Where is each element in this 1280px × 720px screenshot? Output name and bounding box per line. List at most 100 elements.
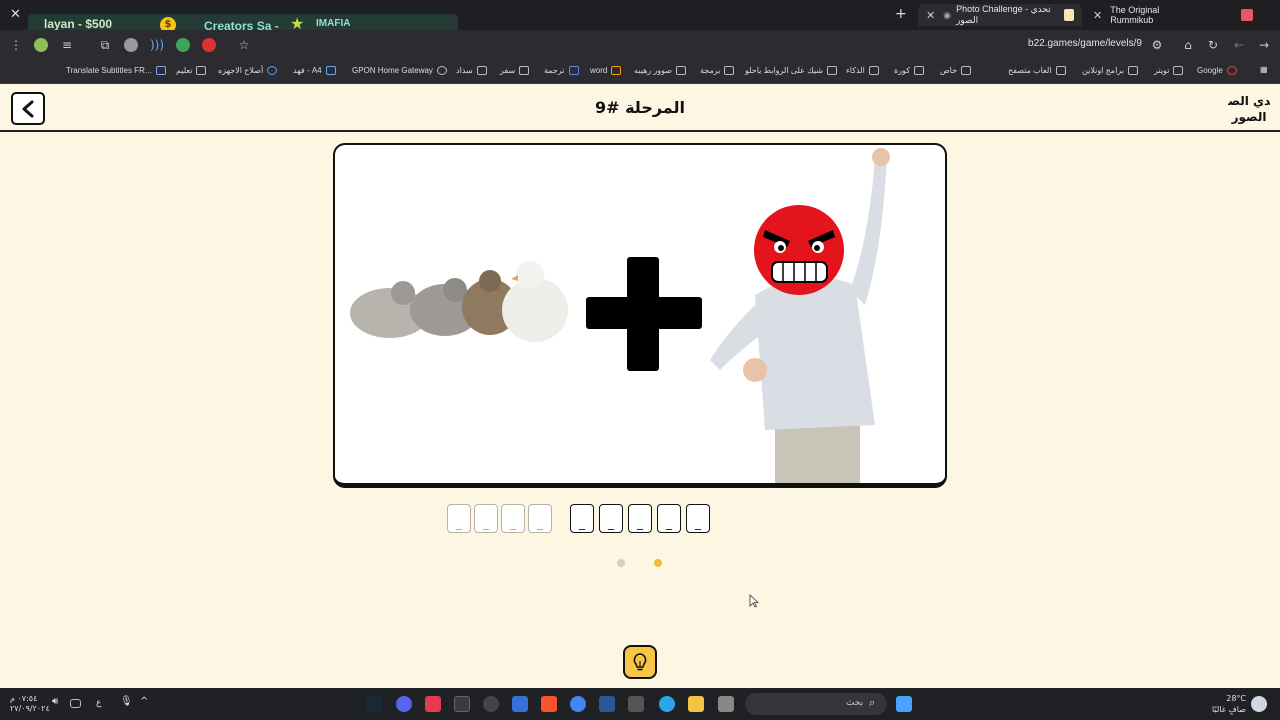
- discord-icon[interactable]: [396, 696, 412, 712]
- wifi-extension-icon[interactable]: ))): [150, 38, 164, 52]
- tab-photo-challenge[interactable]: ✕ ◉ Photo Challenge - تحدي الصور: [918, 4, 1082, 26]
- forward-arrow-icon[interactable]: →: [1257, 38, 1271, 52]
- folder-icon: [961, 66, 972, 75]
- bookmark-item[interactable]: سفر: [500, 66, 530, 75]
- search-icon: ⌕: [869, 696, 876, 709]
- bookmark-item[interactable]: GPON Home Gateway: [352, 66, 447, 75]
- letter-slot[interactable]: _: [570, 504, 594, 533]
- weather-widget[interactable]: 28°C صافٍ غالبًا: [1210, 693, 1246, 715]
- app-red-icon[interactable]: [425, 696, 441, 712]
- bookmark-item[interactable]: خاص: [940, 66, 972, 75]
- store-icon[interactable]: [628, 696, 644, 712]
- menu-dots-icon[interactable]: ⋮: [9, 38, 23, 52]
- new-tab-button[interactable]: +: [895, 6, 907, 22]
- search-placeholder: بحث: [846, 698, 864, 708]
- bookmark-item[interactable]: تعليم: [176, 66, 207, 75]
- site-icon: [267, 66, 278, 75]
- network-icon[interactable]: [70, 699, 81, 708]
- chevron-left-icon: [22, 100, 34, 117]
- tab-close-icon[interactable]: ✕: [1093, 9, 1102, 22]
- x-icon: [1173, 66, 1184, 75]
- windows-start-icon[interactable]: [896, 696, 912, 712]
- bookmark-item[interactable]: سداد: [456, 66, 487, 75]
- tab-audio-icon: ◉: [943, 9, 952, 20]
- reload-icon[interactable]: ↻: [1206, 38, 1220, 52]
- svg-text:تحدي الصور: تحدي الصور: [1228, 94, 1270, 109]
- obs-icon[interactable]: [483, 696, 499, 712]
- app-logo[interactable]: تحدي الصور الصور: [1228, 91, 1270, 127]
- chrome-icon[interactable]: [570, 696, 586, 712]
- page-header: المرحلة #9 تحدي الصور الصور: [0, 85, 1280, 132]
- back-arrow-icon[interactable]: ←: [1232, 38, 1246, 52]
- folder-icon: [519, 66, 530, 75]
- bookmark-item[interactable]: word: [590, 66, 622, 75]
- language-indicator[interactable]: ع: [96, 698, 101, 708]
- globe-icon: [436, 66, 447, 75]
- brave-icon[interactable]: [541, 696, 557, 712]
- bookmarks-bar: Google تويتر برامج اونلاين العاب متصفح خ…: [0, 60, 1280, 84]
- system-clock[interactable]: ٠٧:٥٤ م ٢٧/٠٩/٢٠٢٤: [10, 694, 50, 714]
- app-blue-icon[interactable]: [512, 696, 528, 712]
- file-explorer-icon[interactable]: [688, 696, 704, 712]
- bookmark-star-icon[interactable]: ☆: [237, 38, 251, 52]
- site-settings-icon[interactable]: ⚙: [1150, 38, 1164, 52]
- bookmark-item[interactable]: تويتر: [1154, 66, 1184, 75]
- tab-close-icon[interactable]: ✕: [926, 9, 935, 22]
- bookmark-item[interactable]: الذكاء: [846, 66, 879, 75]
- pagination-dot-active[interactable]: [654, 559, 662, 567]
- hint-button[interactable]: [623, 645, 657, 679]
- letter-slot[interactable]: _: [528, 504, 552, 533]
- bookmark-item[interactable]: أصلاح الاجهزه: [218, 66, 278, 75]
- tab-rummikub[interactable]: ✕ The Original Rummikub: [1093, 4, 1253, 26]
- translate-icon: [568, 66, 579, 75]
- translate-icon: [155, 66, 166, 75]
- letter-slot[interactable]: _: [599, 504, 623, 533]
- bookmark-item[interactable]: Google: [1197, 66, 1237, 75]
- app-grey-icon[interactable]: [718, 696, 734, 712]
- bookmark-item[interactable]: فهد - A4: [293, 66, 336, 75]
- edge-icon[interactable]: [659, 696, 675, 712]
- app-x-icon[interactable]: [454, 696, 470, 712]
- playlist-icon[interactable]: ≡: [60, 38, 74, 52]
- letter-slot[interactable]: _: [657, 504, 681, 533]
- folder-icon: [1055, 66, 1066, 75]
- home-icon[interactable]: ⌂: [1181, 38, 1195, 52]
- window-close-icon[interactable]: ✕: [10, 7, 21, 22]
- letter-slot[interactable]: _: [628, 504, 652, 533]
- extension-red-icon[interactable]: [202, 38, 216, 52]
- windows-taskbar: ٠٧:٥٤ م ٢٧/٠٩/٢٠٢٤ 🔊︎ ع 🎙︎ ^ بحث ⌕ 28°C …: [0, 688, 1280, 720]
- tab-label: The Original Rummikub: [1110, 5, 1160, 25]
- extension-green-icon[interactable]: [176, 38, 190, 52]
- lightbulb-icon: [633, 653, 647, 671]
- birds-image: [350, 261, 568, 342]
- profile-avatar[interactable]: [34, 38, 48, 52]
- taskbar-search[interactable]: [745, 693, 887, 715]
- letter-slot[interactable]: _: [474, 504, 498, 533]
- pagination-dot[interactable]: [617, 559, 625, 567]
- link-icon: [827, 66, 837, 75]
- volume-icon[interactable]: 🔊︎: [52, 696, 68, 712]
- bookmark-item[interactable]: برمجة: [700, 66, 735, 75]
- steam-icon[interactable]: [366, 696, 382, 712]
- extension-icon[interactable]: [124, 38, 138, 52]
- bookmark-item[interactable]: صوور رهيبه: [634, 66, 687, 75]
- bookmark-item[interactable]: ترجمة: [544, 66, 579, 75]
- image-icon: [676, 66, 687, 75]
- address-bar[interactable]: b22.games/game/levels/9: [960, 38, 1142, 49]
- letter-slot[interactable]: _: [686, 504, 710, 533]
- extensions-icon[interactable]: ⧉: [98, 38, 112, 52]
- folder-icon: [914, 66, 924, 75]
- letter-slot[interactable]: _: [447, 504, 471, 533]
- letter-slot[interactable]: _: [501, 504, 525, 533]
- microphone-icon[interactable]: 🎙︎: [120, 696, 136, 712]
- bookmark-item[interactable]: برامج اونلاين: [1082, 66, 1138, 75]
- back-button[interactable]: [11, 92, 45, 125]
- link-icon: [476, 66, 487, 75]
- bookmark-item[interactable]: Translate Subtitles FR...: [66, 66, 166, 75]
- chevron-up-icon[interactable]: ^: [140, 696, 156, 712]
- bookmark-item[interactable]: كورة: [894, 66, 924, 75]
- bookmark-item[interactable]: العاب متصفح: [1008, 66, 1066, 75]
- bookmark-item[interactable]: شيك على الروابط ياحلو: [745, 66, 837, 75]
- word-icon[interactable]: [599, 696, 615, 712]
- apps-grid-icon[interactable]: ▦: [1260, 65, 1268, 74]
